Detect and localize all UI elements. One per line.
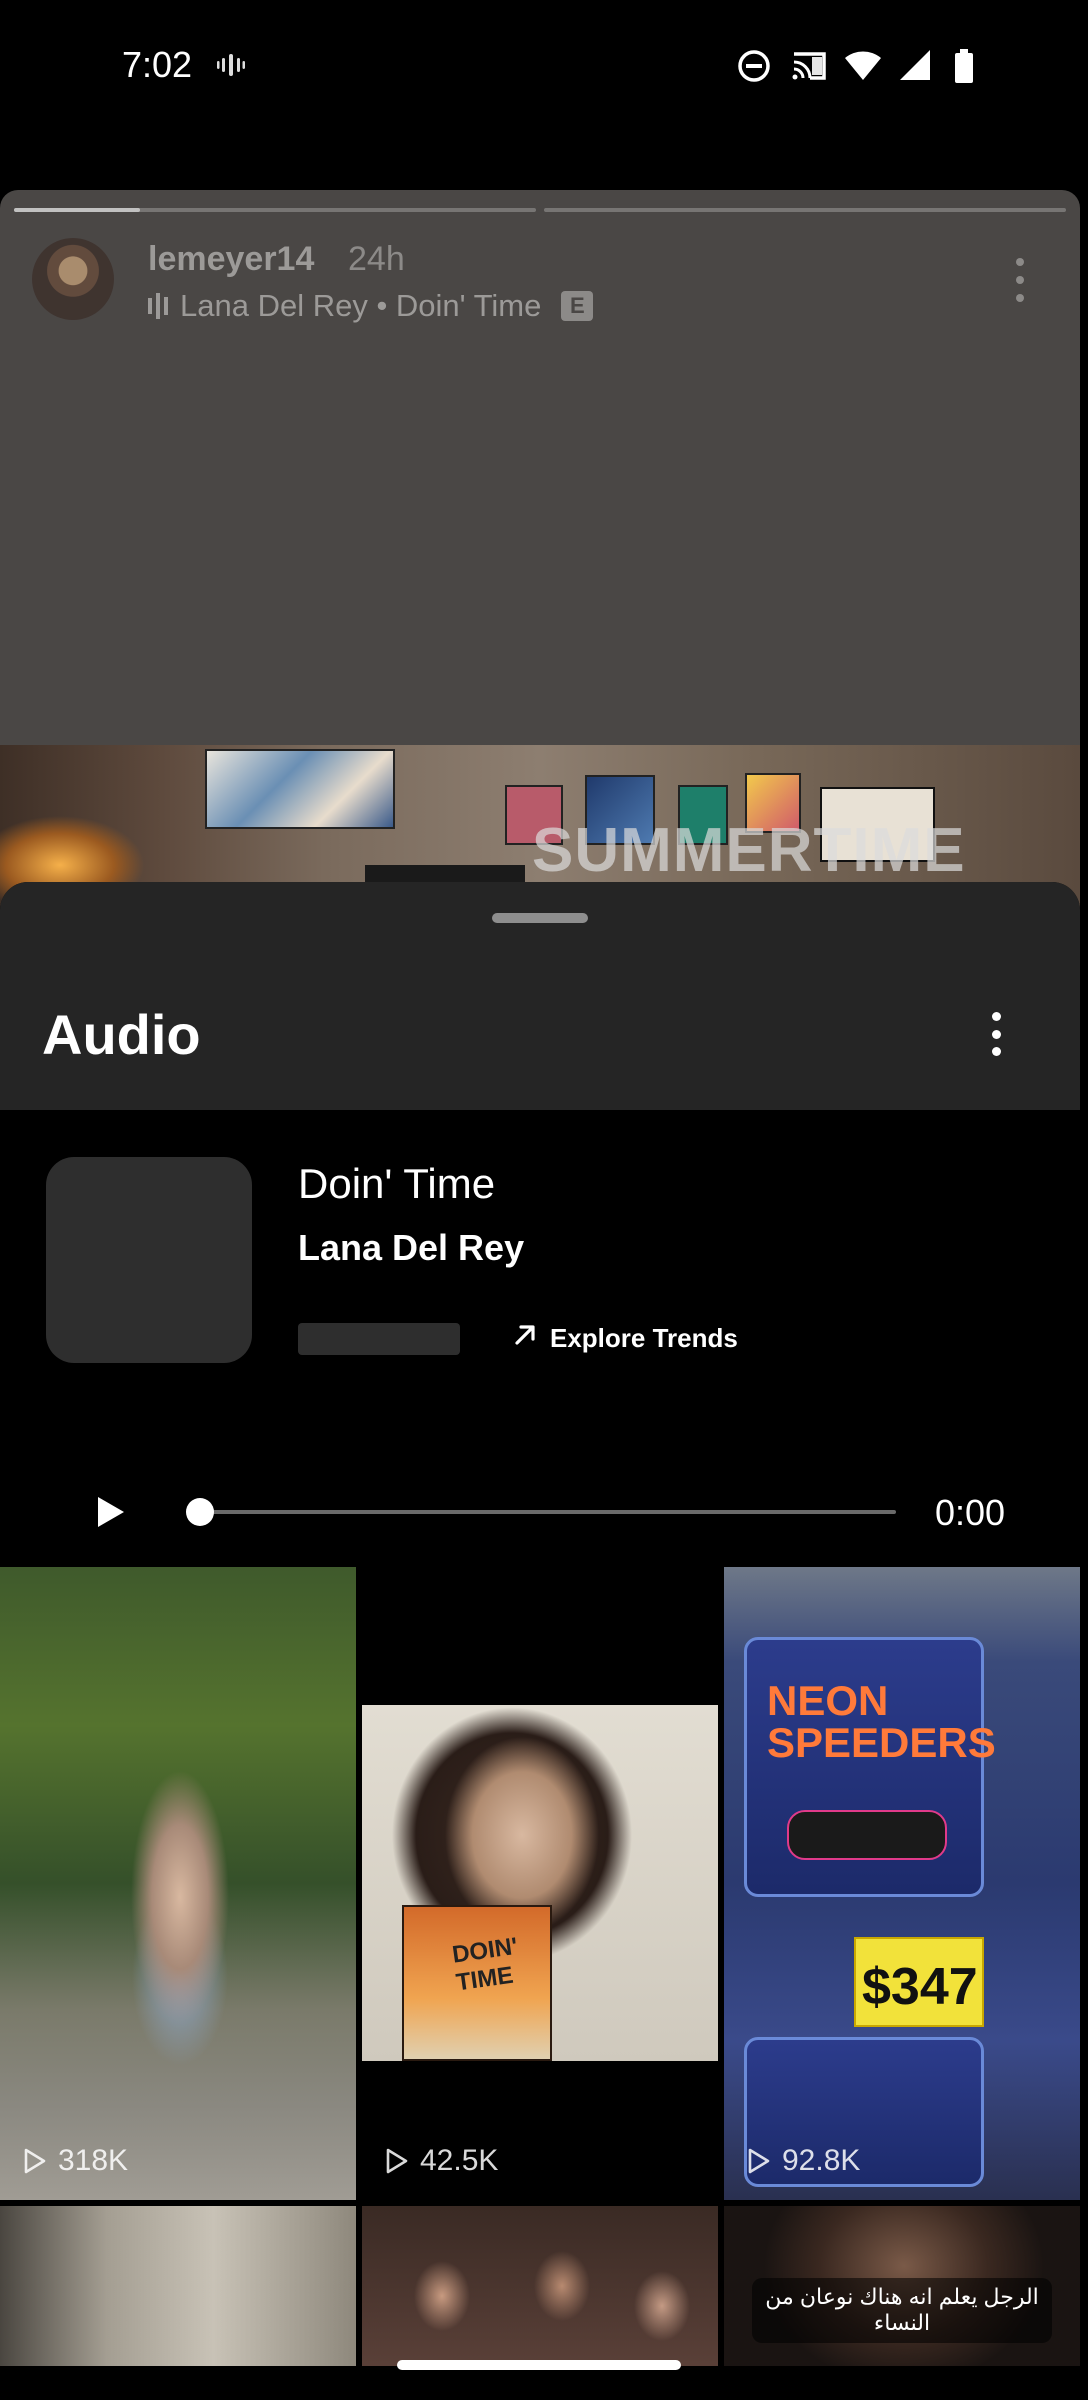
- reel-tile[interactable]: NEON SPEEDERS $347 92.8K: [724, 1567, 1080, 2200]
- toy-car: [787, 1810, 947, 1860]
- explore-trends-label: Explore Trends: [550, 1323, 738, 1353]
- vibrate-icon: [216, 50, 246, 80]
- audio-player: 0:00: [0, 1482, 1080, 1542]
- wall-art: [205, 749, 395, 829]
- story-progress-segment: [14, 208, 536, 212]
- play-outline-icon: [748, 2148, 770, 2174]
- arrow-up-right-icon: [512, 1322, 538, 1355]
- avatar[interactable]: [32, 238, 114, 320]
- music-bars-icon: [148, 292, 168, 320]
- seek-knob[interactable]: [186, 1498, 214, 1526]
- story-music-text: Lana Del Rey • Doin' Time: [180, 288, 542, 323]
- story-username[interactable]: lemeyer14: [148, 240, 314, 279]
- seek-bar[interactable]: [200, 1510, 896, 1514]
- play-outline-icon: [386, 2148, 408, 2174]
- reel-tile[interactable]: [0, 2206, 356, 2366]
- reel-tile[interactable]: DOIN' TIME 42.5K: [362, 1567, 718, 2200]
- brand-text: NEON SPEEDERS: [767, 1677, 996, 1766]
- status-icons: [736, 48, 988, 84]
- cast-icon: [790, 48, 826, 84]
- wifi-icon: [844, 48, 881, 84]
- story-overlay-text: SUMMERTIME: [532, 816, 966, 885]
- price-tag: $347: [854, 1937, 984, 2027]
- story-progress-segment: [544, 208, 1066, 212]
- home-indicator[interactable]: [397, 2360, 681, 2370]
- status-bar: 7:02: [0, 0, 1088, 130]
- status-time: 7:02: [122, 44, 193, 85]
- story-card[interactable]: lemeyer14 24h Lana Del Rey • Doin' Time …: [0, 190, 1080, 910]
- reel-caption: الرجل يعلم انه هناك نوعان من النساء: [752, 2278, 1052, 2343]
- album-art-text: DOIN' TIME: [450, 1932, 520, 1997]
- story-progress: [14, 208, 1066, 212]
- price-text: $347: [862, 1958, 978, 2016]
- audio-sheet: Audio Doin' Time Lana Del Rey Explore Tr…: [0, 882, 1080, 2400]
- play-outline-icon: [24, 2148, 46, 2174]
- battery-icon: [952, 48, 988, 84]
- sheet-title: Audio: [42, 1003, 201, 1066]
- view-count: 318K: [20, 2144, 128, 2178]
- reel-thumbnail: DOIN' TIME: [362, 1705, 718, 2061]
- playback-time: 0:00: [935, 1492, 1006, 1533]
- play-icon[interactable]: [90, 1492, 130, 1532]
- reel-tile[interactable]: 318K: [0, 1567, 356, 2200]
- more-options-icon[interactable]: [990, 1012, 1002, 1056]
- story-more-icon[interactable]: [1016, 258, 1024, 302]
- reel-tile[interactable]: الرجل يعلم انه هناك نوعان من النساء: [724, 2206, 1080, 2366]
- track-title: Doin' Time: [298, 1160, 496, 1207]
- reel-tile[interactable]: [362, 2206, 718, 2366]
- sheet-header: Audio: [0, 882, 1080, 1110]
- do-not-disturb-icon: [736, 48, 772, 84]
- album-art: DOIN' TIME: [402, 1905, 552, 2061]
- explore-trends-button[interactable]: Explore Trends: [512, 1322, 738, 1355]
- signal-icon: [898, 48, 934, 84]
- view-count: 42.5K: [382, 2144, 498, 2178]
- toy-package: NEON SPEEDERS: [744, 1637, 996, 1897]
- story-age: 24h: [348, 240, 405, 278]
- story-music-info[interactable]: Lana Del Rey • Doin' Time E: [148, 288, 594, 324]
- view-count: 92.8K: [744, 2144, 860, 2178]
- loading-placeholder: [298, 1323, 460, 1355]
- explicit-badge: E: [561, 291, 594, 321]
- drag-handle[interactable]: [492, 913, 588, 923]
- album-cover: [46, 1157, 252, 1363]
- track-artist[interactable]: Lana Del Rey: [298, 1227, 524, 1269]
